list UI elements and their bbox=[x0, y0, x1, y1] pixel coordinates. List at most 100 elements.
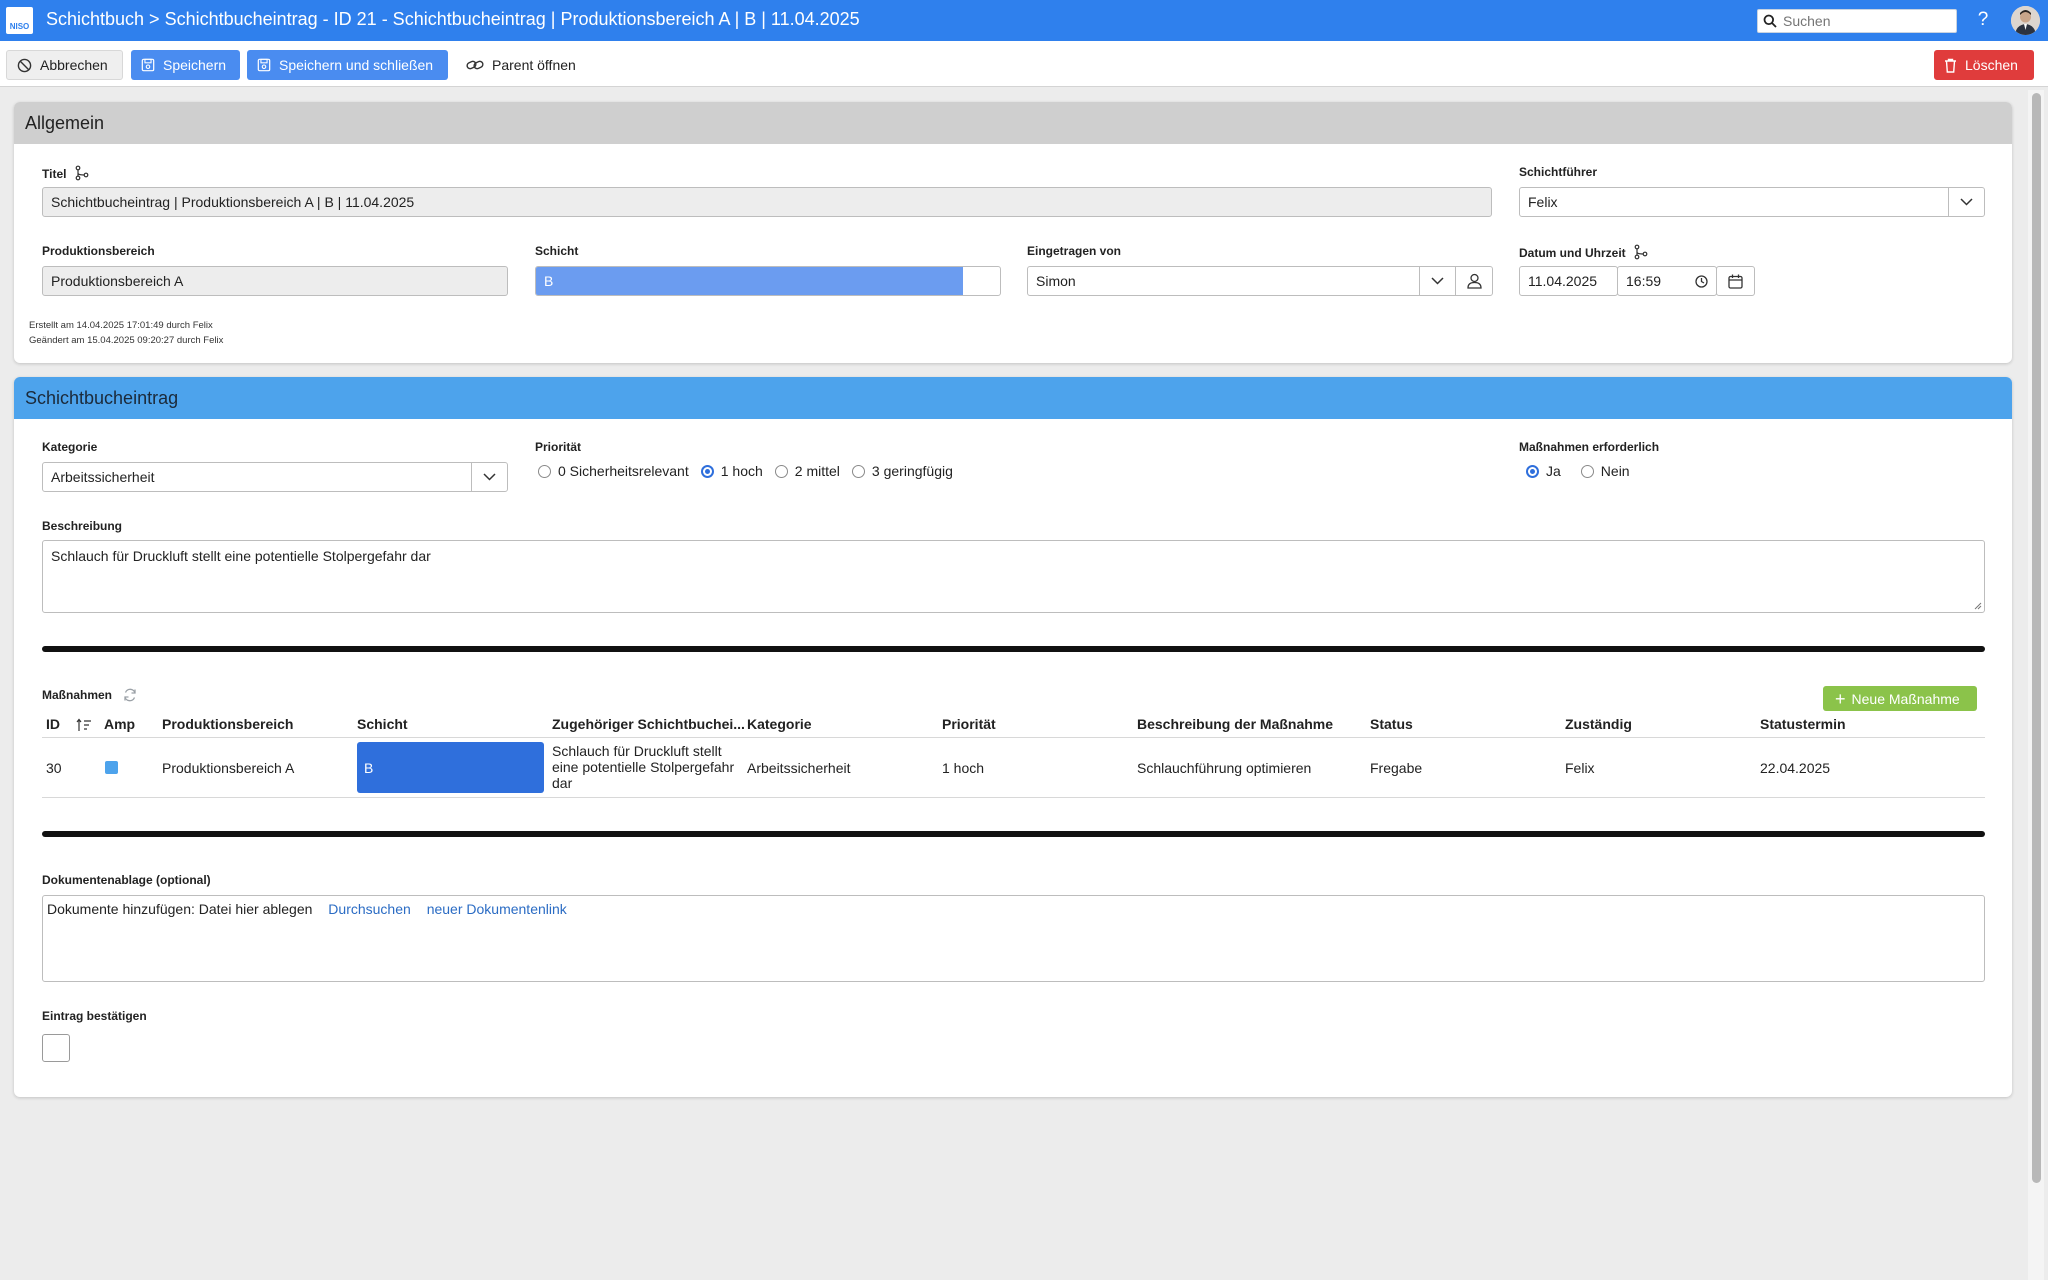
shift-lead-label: Schichtführer bbox=[1519, 165, 1598, 179]
search-input[interactable] bbox=[1783, 13, 1943, 29]
cell-area: Produktionsbereich A bbox=[162, 760, 295, 776]
col-header-id[interactable]: ID bbox=[46, 716, 60, 732]
priority-option-label: 0 Sicherheitsrelevant bbox=[558, 463, 689, 479]
branch-icon bbox=[1634, 244, 1648, 260]
date-field[interactable]: 11.04.2025 bbox=[1519, 266, 1618, 296]
shift-lead-select[interactable]: Felix bbox=[1519, 187, 1985, 217]
chevron-down-icon bbox=[483, 473, 496, 481]
document-dropzone[interactable]: Dokumente hinzufügen: Datei hier ablegen… bbox=[42, 895, 1985, 982]
measures-required-yes[interactable]: Ja bbox=[1526, 463, 1561, 479]
col-header-due[interactable]: Statustermin bbox=[1760, 716, 1846, 732]
avatar[interactable] bbox=[2011, 6, 2040, 35]
title-label: Titel bbox=[42, 165, 90, 181]
cell-priority: 1 hoch bbox=[942, 760, 985, 776]
branch-icon bbox=[75, 165, 89, 181]
general-panel: Allgemein Titel Schichtbucheintrag | Pro… bbox=[14, 102, 2012, 363]
priority-option-0[interactable]: 0 Sicherheitsrelevant bbox=[538, 463, 689, 479]
browse-link[interactable]: Durchsuchen bbox=[328, 901, 411, 917]
measures-required-no[interactable]: Nein bbox=[1580, 463, 1630, 479]
save-button[interactable]: Speichern bbox=[131, 50, 240, 80]
new-document-link[interactable]: neuer Dokumentenlink bbox=[427, 901, 567, 917]
table-header-border bbox=[42, 737, 1985, 738]
cancel-button[interactable]: Abbrechen bbox=[6, 50, 123, 80]
col-header-entry[interactable]: Zugehöriger Schichtbuchei... bbox=[552, 716, 745, 732]
col-header-measure[interactable]: Beschreibung der Maßnahme bbox=[1137, 716, 1333, 732]
delete-label: Löschen bbox=[1965, 57, 2018, 73]
shift-color-value: B bbox=[536, 267, 963, 295]
radio-button-selected[interactable] bbox=[1526, 464, 1539, 478]
link-icon bbox=[466, 60, 484, 70]
priority-option-label: 3 geringfügig bbox=[871, 463, 953, 479]
category-select[interactable]: Arbeitssicherheit bbox=[42, 462, 508, 492]
drop-text: Dokumente hinzufügen: Datei hier ablegen bbox=[47, 901, 313, 917]
refresh-icon[interactable] bbox=[123, 688, 137, 702]
shift-field[interactable]: B bbox=[535, 266, 1001, 296]
plus-icon: + bbox=[1835, 688, 1846, 709]
entered-by-select[interactable]: Simon bbox=[1027, 266, 1493, 296]
shift-label: Schicht bbox=[535, 244, 579, 258]
general-heading[interactable]: Allgemein bbox=[14, 102, 2012, 144]
category-dropdown-button[interactable] bbox=[471, 463, 507, 491]
col-header-amp[interactable]: Amp bbox=[104, 716, 135, 732]
cell-entry-line: Schlauch für Druckluft stellt bbox=[552, 743, 722, 759]
cell-due: 22.04.2025 bbox=[1760, 760, 1831, 776]
search-box[interactable] bbox=[1757, 9, 1957, 33]
priority-option-1[interactable]: 1 hoch bbox=[700, 463, 763, 479]
clock-icon[interactable] bbox=[1695, 274, 1708, 288]
radio-button[interactable] bbox=[774, 464, 788, 478]
shift-lead-value: Felix bbox=[1528, 194, 1558, 210]
priority-option-3[interactable]: 3 geringfügig bbox=[851, 463, 953, 479]
new-measure-button[interactable]: + Neue Maßnahme bbox=[1823, 686, 1977, 711]
category-label: Kategorie bbox=[42, 440, 98, 454]
new-measure-label: Neue Maßnahme bbox=[1851, 690, 1960, 707]
ban-icon bbox=[17, 58, 32, 72]
col-header-shift[interactable]: Schicht bbox=[357, 716, 408, 732]
documents-label: Dokumentenablage (optional) bbox=[42, 873, 211, 887]
scrollbar-thumb[interactable] bbox=[2032, 93, 2041, 1183]
changed-info: Geändert am 15.04.2025 09:20:27 durch Fe… bbox=[29, 335, 224, 346]
col-header-status[interactable]: Status bbox=[1370, 716, 1413, 732]
app-logo[interactable]: NISO bbox=[6, 7, 33, 34]
sort-icon[interactable] bbox=[76, 718, 92, 732]
priority-label: Priorität bbox=[535, 440, 582, 454]
radio-button[interactable] bbox=[538, 464, 551, 478]
save-and-close-button[interactable]: Speichern und schließen bbox=[247, 50, 448, 80]
logo-text: NISO bbox=[9, 22, 30, 31]
radio-button[interactable] bbox=[1580, 464, 1594, 478]
entry-heading[interactable]: Schichtbucheintrag bbox=[14, 377, 2012, 419]
resize-grip-icon[interactable] bbox=[1972, 600, 1982, 610]
shift-lead-dropdown-button[interactable] bbox=[1948, 188, 1984, 216]
col-header-responsible[interactable]: Zuständig bbox=[1565, 716, 1632, 732]
help-icon[interactable]: ? bbox=[1973, 9, 1993, 31]
save-icon bbox=[141, 58, 155, 72]
title-field[interactable]: Schichtbucheintrag | Produktionsbereich … bbox=[42, 187, 1492, 217]
priority-option-2[interactable]: 2 mittel bbox=[774, 463, 840, 479]
cell-entry-line: eine potentielle Stolpergefahr bbox=[552, 759, 735, 775]
traffic-light-indicator bbox=[105, 761, 118, 774]
col-header-area[interactable]: Produktionsbereich bbox=[162, 716, 293, 732]
priority-option-label: 1 hoch bbox=[720, 463, 763, 479]
chevron-down-icon bbox=[1960, 198, 1973, 206]
save-icon bbox=[257, 58, 271, 72]
entered-by-value: Simon bbox=[1036, 273, 1076, 289]
open-parent-button[interactable]: Parent öffnen bbox=[456, 50, 596, 80]
measures-required-label: Maßnahmen erforderlich bbox=[1519, 440, 1660, 454]
entered-by-user-button[interactable] bbox=[1455, 267, 1492, 295]
radio-button[interactable] bbox=[851, 464, 865, 478]
calendar-button[interactable] bbox=[1716, 266, 1755, 296]
area-field[interactable]: Produktionsbereich A bbox=[42, 266, 508, 296]
user-icon bbox=[1466, 273, 1482, 289]
created-info: Erstellt am 14.04.2025 17:01:49 durch Fe… bbox=[29, 320, 213, 331]
entered-by-dropdown-button[interactable] bbox=[1419, 267, 1456, 295]
entered-by-label: Eingetragen von bbox=[1027, 244, 1122, 258]
table-row-border bbox=[42, 797, 1985, 798]
time-field[interactable]: 16:59 bbox=[1617, 266, 1717, 296]
col-header-priority[interactable]: Priorität bbox=[942, 716, 996, 732]
radio-button-selected[interactable] bbox=[700, 464, 714, 478]
confirm-checkbox[interactable] bbox=[42, 1034, 70, 1062]
col-header-category[interactable]: Kategorie bbox=[747, 716, 812, 732]
cell-measure: Schlauchführung optimieren bbox=[1137, 760, 1312, 776]
description-textarea[interactable]: Schlauch für Druckluft stellt eine poten… bbox=[42, 540, 1985, 613]
cell-shift: B bbox=[357, 742, 544, 793]
delete-button[interactable]: Löschen bbox=[1934, 50, 2034, 80]
